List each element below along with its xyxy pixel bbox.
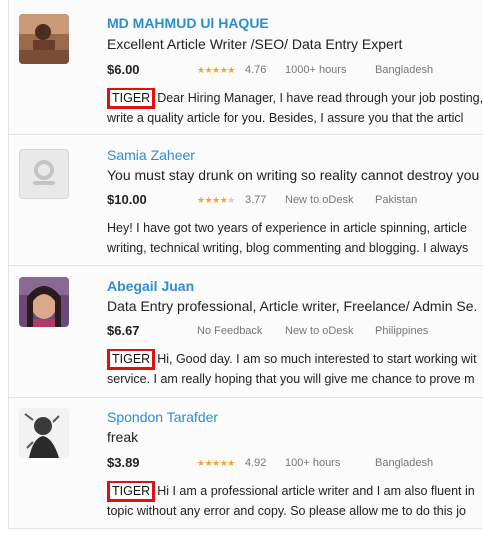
country: Bangladesh (375, 64, 434, 76)
freelancer-list: MD MAHMUD Ul HAQUE Excellent Article Wri… (8, 0, 483, 529)
hours-worked: New to oDesk (285, 194, 354, 206)
user-placeholder-icon (33, 160, 55, 185)
hourly-rate: $6.67 (107, 323, 140, 338)
feedback-status: No Feedback (197, 325, 263, 337)
avatar[interactable] (19, 14, 69, 64)
rating-stars-icon: ★★★★★ (197, 65, 235, 75)
hours-worked: 100+ hours (285, 457, 341, 469)
freelancer-meta: $3.89 ★★★★★ 4.92 100+ hours Bangladesh (107, 454, 483, 472)
freelancer-meta: $6.67 No Feedback New to oDesk Philippin… (107, 322, 483, 340)
rating-stars-icon: ★★★★★ (197, 458, 235, 468)
hours-worked: 1000+ hours (285, 64, 347, 76)
freelancer-name[interactable]: Spondon Tarafder (107, 408, 218, 426)
rating-score: 3.77 (245, 194, 267, 206)
freelancer-title: You must stay drunk on writing so realit… (107, 167, 480, 183)
cover-letter-preview: Hey! I have got two years of experience … (107, 218, 483, 258)
rating-score: 4.92 (245, 457, 267, 469)
freelancer-card[interactable]: MD MAHMUD Ul HAQUE Excellent Article Wri… (9, 0, 483, 135)
hours-worked: New to oDesk (285, 325, 354, 337)
freelancer-name[interactable]: Samia Zaheer (107, 146, 195, 164)
freelancer-name[interactable]: MD MAHMUD Ul HAQUE (107, 14, 269, 32)
tiger-tag: TIGER (107, 88, 156, 109)
avatar[interactable] (19, 277, 69, 327)
cover-line: write a quality article for you. Besides… (107, 111, 464, 125)
tiger-tag: TIGER (107, 481, 156, 502)
freelancer-meta: $6.00 ★★★★★ 4.76 1000+ hours Bangladesh (107, 61, 483, 79)
cover-line: Hey! I have got two years of experience … (107, 221, 467, 235)
freelancer-title: Data Entry professional, Article writer,… (107, 298, 478, 314)
hourly-rate: $10.00 (107, 192, 147, 207)
freelancer-name[interactable]: Abegail Juan (107, 277, 194, 295)
country: Pakistan (375, 194, 418, 206)
cover-line: Dear Hiring Manager, I have read through… (157, 91, 483, 105)
cover-letter-preview: TIGER Hi, Good day. I am so much interest… (107, 349, 483, 389)
rating-score: 4.76 (245, 64, 267, 76)
freelancer-card[interactable]: Spondon Tarafder freak $3.89 ★★★★★ 4.92 … (9, 398, 483, 528)
tiger-tag: TIGER (107, 349, 156, 370)
country: Bangladesh (375, 457, 434, 469)
hourly-rate: $6.00 (107, 62, 140, 77)
freelancer-title: freak (107, 429, 139, 445)
hourly-rate: $3.89 (107, 455, 140, 470)
freelancer-meta: $10.00 ★★★★★ 3.77 New to oDesk Pakistan (107, 191, 483, 209)
cover-line: topic without any error and copy. So ple… (107, 504, 466, 518)
cover-line: service. I am really hoping that you wil… (107, 372, 475, 386)
freelancer-card[interactable]: Samia Zaheer You must stay drunk on writ… (9, 135, 483, 266)
cover-line: Hi I am a professional article writer an… (157, 484, 475, 498)
cover-letter-preview: TIGER Hi I am a professional article writ… (107, 481, 483, 521)
avatar[interactable] (19, 408, 69, 458)
freelancer-list-frame: MD MAHMUD Ul HAQUE Excellent Article Wri… (0, 0, 483, 536)
country: Philippines (375, 325, 429, 337)
freelancer-title: Excellent Article Writer /SEO/ Data Entr… (107, 36, 403, 52)
cover-line: Hi, Good day. I am so much interested to… (157, 352, 477, 366)
avatar-placeholder[interactable] (19, 149, 69, 199)
rating-stars-icon: ★★★★★ (197, 195, 235, 205)
cover-letter-preview: TIGER Dear Hiring Manager, I have read th… (107, 88, 483, 128)
freelancer-card[interactable]: Abegail Juan Data Entry professional, Ar… (9, 266, 483, 398)
cover-line: writing, technical writing, blog comment… (107, 241, 469, 255)
